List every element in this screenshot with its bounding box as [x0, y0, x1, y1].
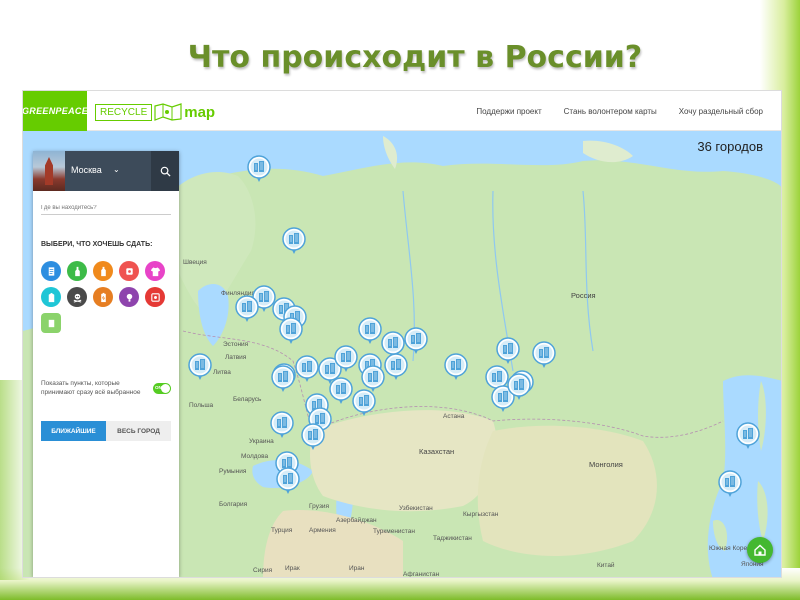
- recycling-point-marker[interactable]: [301, 423, 325, 451]
- location-input[interactable]: [41, 201, 171, 215]
- paper-icon[interactable]: [41, 261, 61, 281]
- map-label-iraq: Ирак: [285, 565, 300, 572]
- map-label-south-korea: Южная Корея: [709, 545, 751, 552]
- recyclemap-screenshot: Швеция Финляндия Эстония Латвия Литва По…: [22, 90, 782, 578]
- map-label-kyrgyzstan: Кыргызстан: [463, 511, 499, 518]
- recycling-point-marker[interactable]: [282, 227, 306, 255]
- recycling-point-marker[interactable]: [496, 337, 520, 365]
- map-label-astana: Астана: [443, 413, 465, 420]
- map-label-sweden: Швеция: [183, 259, 207, 266]
- map-label-romania: Румыния: [219, 468, 247, 475]
- recycling-point-marker[interactable]: [444, 353, 468, 381]
- kremlin-tower-image: [45, 157, 53, 185]
- panel-header: Москва ⌄: [33, 151, 179, 191]
- map-fold-icon: [154, 103, 182, 121]
- map-label-tajikistan: Таджикистан: [433, 535, 472, 542]
- home-icon: [754, 544, 766, 556]
- show-combined-toggle[interactable]: ON: [153, 383, 171, 394]
- map-label-belarus: Беларусь: [233, 396, 262, 403]
- map-label-mongolia: Монголия: [589, 460, 623, 469]
- map-label-russia: Россия: [571, 291, 596, 300]
- top-navigation: Поддержи проект Стань волонтером карты Х…: [476, 91, 763, 131]
- nav-want-separate-collection[interactable]: Хочу раздельный сбор: [679, 107, 763, 116]
- map-label-estonia: Эстония: [223, 341, 249, 348]
- recycling-point-marker[interactable]: [235, 295, 259, 323]
- map-label-iran: Иран: [349, 565, 365, 572]
- home-location-button[interactable]: [747, 537, 773, 563]
- cities-count-label: 36 городов: [697, 139, 763, 154]
- recycling-point-marker[interactable]: [276, 467, 300, 495]
- recyclemap-logo[interactable]: RECYCLE map: [95, 101, 215, 123]
- nav-support-project[interactable]: Поддержи проект: [476, 107, 541, 116]
- recycling-point-marker[interactable]: [329, 377, 353, 405]
- tab-nearest[interactable]: БЛИЖАЙШИЕ: [41, 421, 106, 441]
- recycling-point-marker[interactable]: [271, 365, 295, 393]
- recycling-point-marker[interactable]: [507, 373, 531, 401]
- glass-icon[interactable]: [67, 261, 87, 281]
- map-label-turkey: Турция: [271, 527, 293, 534]
- show-combined-points-label: Показать пункты, которые принимают сразу…: [41, 380, 141, 397]
- map-logo-text: map: [184, 103, 216, 121]
- chevron-down-icon[interactable]: ⌄: [113, 165, 120, 174]
- lamps-icon[interactable]: [119, 287, 139, 307]
- filter-panel: Москва ⌄ ВЫБЕРИ, ЧТО ХОЧЕШЬ СДАТЬ:: [33, 151, 179, 577]
- recycling-point-marker[interactable]: [736, 422, 760, 450]
- city-photo: [33, 151, 65, 191]
- map-label-lithuania: Литва: [213, 369, 231, 376]
- choose-category-label: ВЫБЕРИ, ЧТО ХОЧЕШЬ СДАТЬ:: [41, 241, 153, 248]
- map-label-georgia: Грузия: [309, 503, 330, 510]
- recycling-point-marker[interactable]: [532, 341, 556, 369]
- map-label-turkmenistan: Туркменистан: [373, 528, 415, 535]
- metal-icon[interactable]: [119, 261, 139, 281]
- recycling-point-marker[interactable]: [718, 470, 742, 498]
- list-mode-tabs: БЛИЖАЙШИЕ ВЕСЬ ГОРОД: [41, 421, 171, 441]
- recycling-point-marker[interactable]: [352, 389, 376, 417]
- recycling-point-marker[interactable]: [384, 353, 408, 381]
- batteries-icon[interactable]: [93, 287, 113, 307]
- slide-title: Что происходит в России?: [187, 40, 643, 75]
- search-icon: [160, 166, 171, 177]
- map-label-moldova: Молдова: [241, 453, 269, 460]
- map-label-kazakhstan: Казахстан: [419, 447, 455, 456]
- clothes-icon[interactable]: [145, 261, 165, 281]
- recycling-point-marker[interactable]: [188, 353, 212, 381]
- recycling-point-marker[interactable]: [279, 317, 303, 345]
- toggle-knob: [161, 384, 170, 393]
- map-label-ukraine: Украина: [249, 438, 274, 445]
- search-button[interactable]: [151, 151, 179, 191]
- tab-whole-city[interactable]: ВЕСЬ ГОРОД: [106, 421, 171, 441]
- map-label-china: Китай: [597, 562, 615, 569]
- tetrapak-icon[interactable]: [41, 287, 61, 307]
- map-label-azerbaijan: Азербайджан: [336, 517, 377, 524]
- recycle-logo-text: RECYCLE: [95, 103, 153, 121]
- recycling-point-marker[interactable]: [270, 411, 294, 439]
- map-label-armenia: Армения: [309, 527, 336, 534]
- nav-become-volunteer[interactable]: Стань волонтером карты: [564, 107, 657, 116]
- map-label-afghanistan: Афганистан: [403, 571, 440, 578]
- electronics-icon[interactable]: [145, 287, 165, 307]
- city-select[interactable]: Москва: [71, 165, 102, 175]
- map-label-latvia: Латвия: [225, 354, 247, 361]
- greenpeace-logo[interactable]: GREENPEACE: [23, 91, 88, 131]
- site-header: GREENPEACE RECYCLE map Поддержи проект С…: [23, 91, 781, 131]
- plastic-icon[interactable]: [93, 261, 113, 281]
- other-icon[interactable]: [41, 313, 61, 333]
- recycling-point-marker[interactable]: [334, 345, 358, 373]
- map-label-bulgaria: Болгария: [219, 501, 248, 508]
- recycling-point-marker[interactable]: [295, 355, 319, 383]
- map-label-poland: Польша: [189, 402, 214, 409]
- recycling-point-marker[interactable]: [404, 327, 428, 355]
- recycling-point-marker[interactable]: [358, 317, 382, 345]
- map-label-syria: Сирия: [253, 567, 273, 574]
- recycling-point-marker[interactable]: [247, 155, 271, 183]
- hazardous-icon[interactable]: [67, 287, 87, 307]
- map-label-uzbekistan: Узбекистан: [399, 505, 433, 512]
